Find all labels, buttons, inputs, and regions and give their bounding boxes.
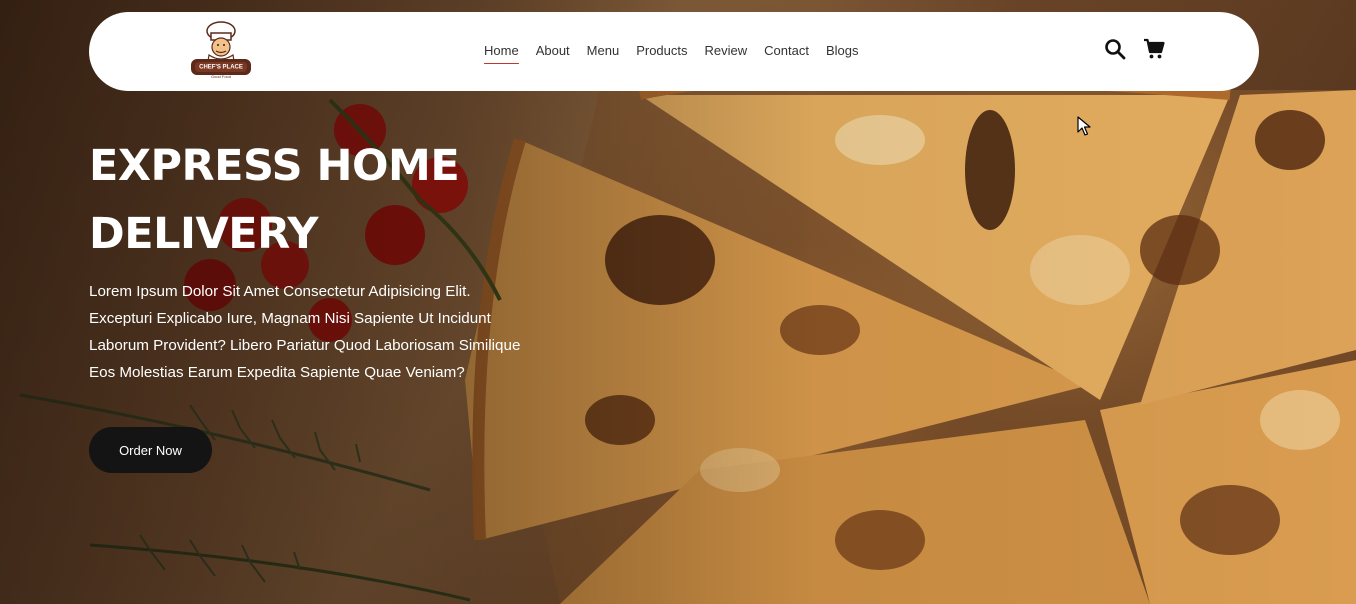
nav-menu: Home About Menu Products Review Contact … xyxy=(484,12,858,91)
hero-title: EXPRESS HOME DELIVERY xyxy=(89,132,509,268)
hero-title-line-2: DELIVERY xyxy=(89,209,319,259)
hero-title-line-1: EXPRESS HOME xyxy=(89,141,460,191)
mouse-pointer-icon xyxy=(1077,116,1091,136)
search-icon[interactable] xyxy=(1104,38,1126,60)
svg-text:CHEF'S PLACE: CHEF'S PLACE xyxy=(199,65,243,71)
svg-text:Good Food: Good Food xyxy=(211,74,231,79)
hero-description: Lorem Ipsum Dolor Sit Amet Consectetur A… xyxy=(89,283,521,381)
nav-link-review[interactable]: Review xyxy=(705,39,748,64)
nav-link-contact[interactable]: Contact xyxy=(764,39,809,64)
cart-icon[interactable] xyxy=(1143,38,1165,60)
nav-link-products[interactable]: Products xyxy=(636,39,687,64)
navbar: CHEF'S PLACE Good Food Home About Menu P… xyxy=(89,12,1259,91)
nav-link-menu[interactable]: Menu xyxy=(587,39,620,64)
chef-logo-icon: CHEF'S PLACE Good Food xyxy=(191,21,251,79)
nav-link-home[interactable]: Home xyxy=(484,39,519,64)
nav-actions xyxy=(1104,38,1165,60)
brand-logo[interactable]: CHEF'S PLACE Good Food xyxy=(189,19,253,81)
nav-link-about[interactable]: About xyxy=(536,39,570,64)
nav-link-blogs[interactable]: Blogs xyxy=(826,39,859,64)
order-now-button[interactable]: Order Now xyxy=(89,427,212,473)
